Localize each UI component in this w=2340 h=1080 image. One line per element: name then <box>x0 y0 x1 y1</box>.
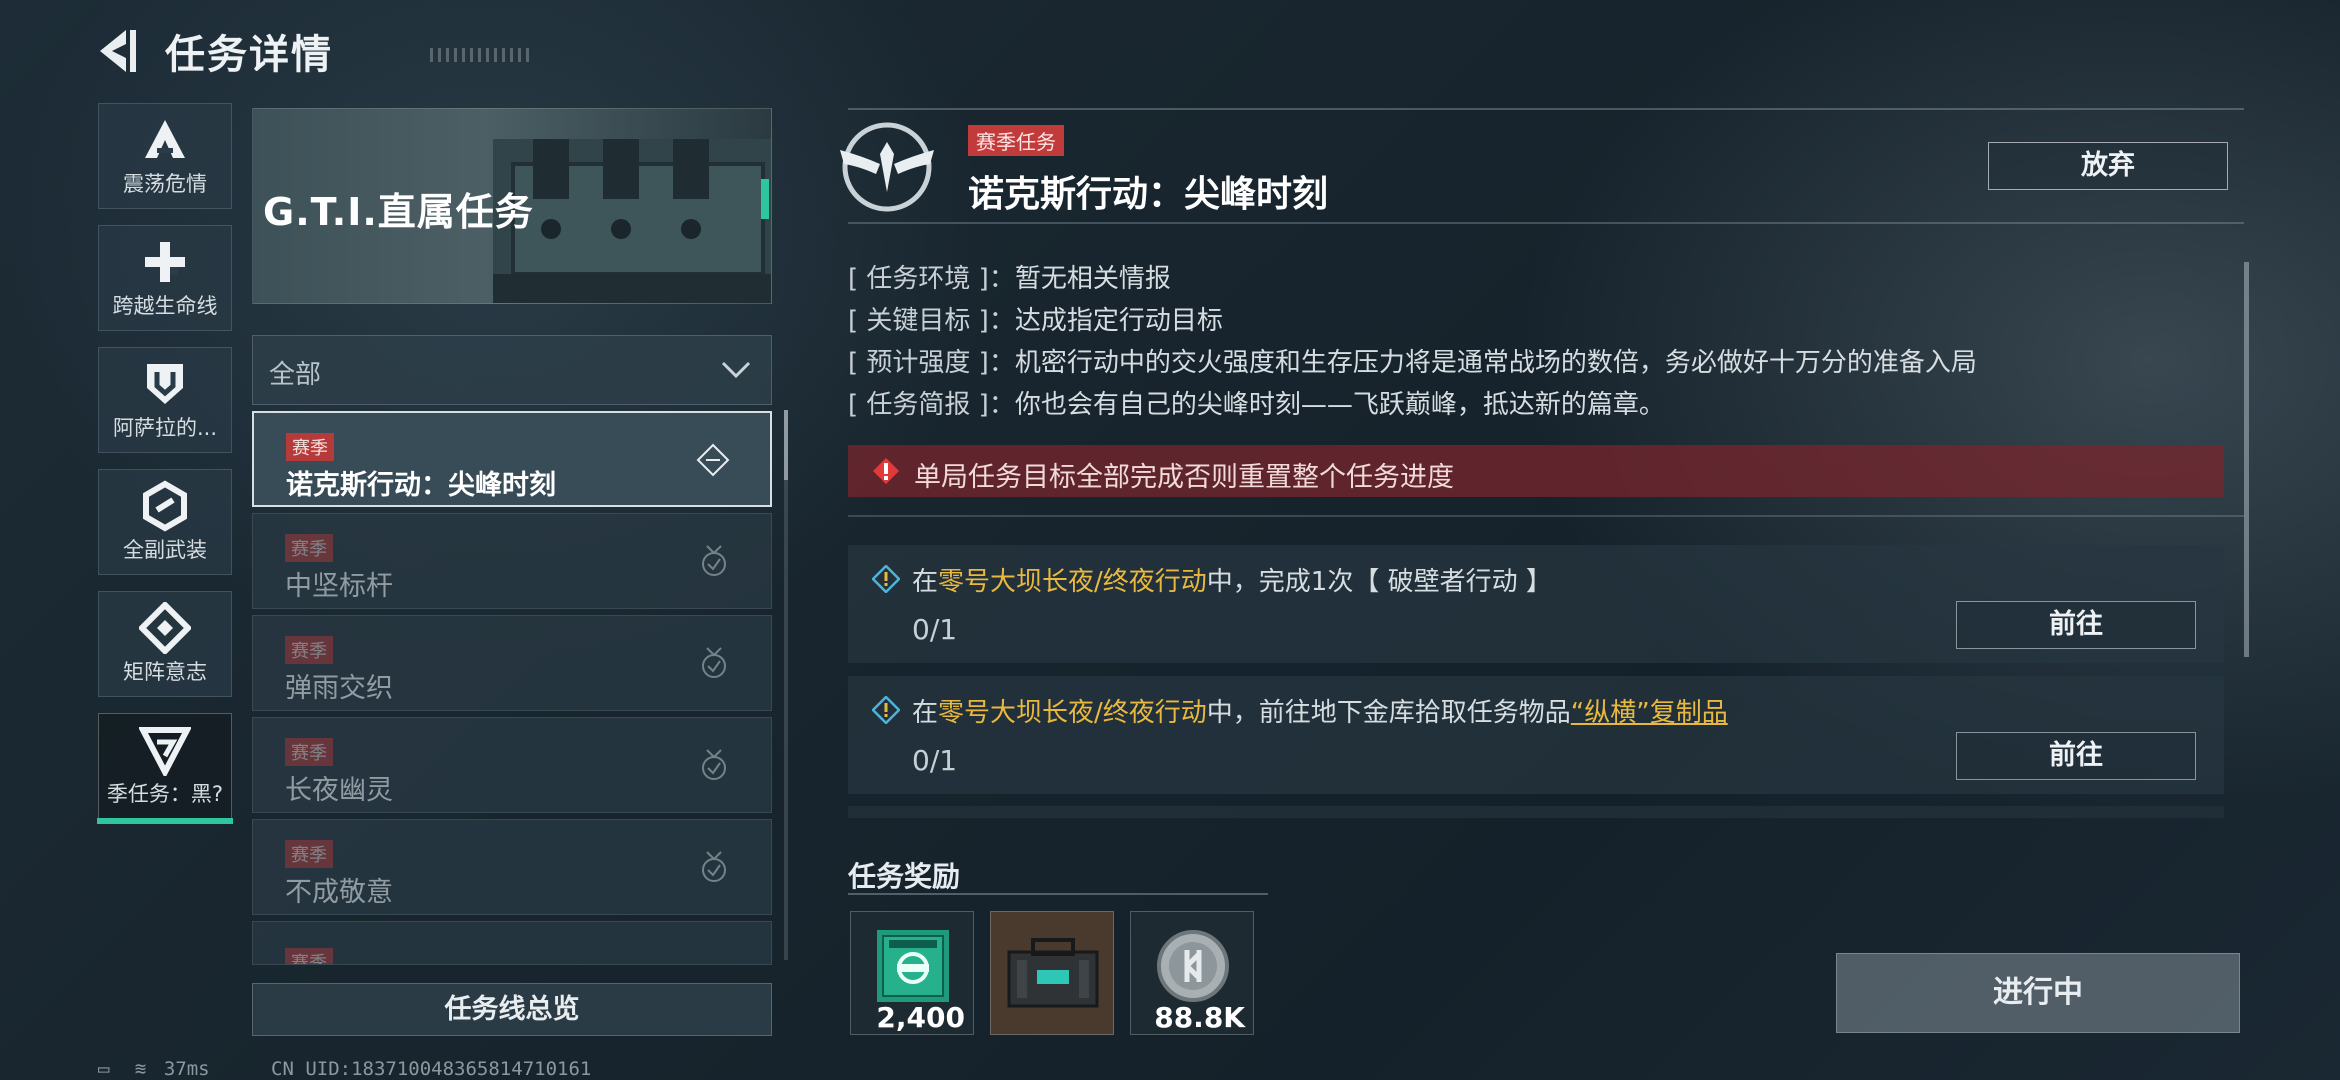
info-diamond-icon <box>872 696 900 724</box>
mission-title: 诺克斯行动：尖峰时刻 <box>968 174 1329 215</box>
task-name: 不成敬意 <box>285 877 393 908</box>
reward-item[interactable] <box>990 911 1114 1035</box>
medal-check-icon <box>702 647 726 678</box>
task-name: 诺克斯行动：尖峰时刻 <box>286 470 556 501</box>
medal-check-icon <box>702 545 726 576</box>
goto-button[interactable]: 前往 <box>1956 601 2196 649</box>
eagle-emblem-icon <box>840 122 934 212</box>
mission-season-tag: 赛季任务 <box>968 125 1064 156</box>
season-tag: 赛季 <box>285 534 333 562</box>
rewards-divider <box>848 893 1268 895</box>
task-item[interactable]: 赛季 <box>252 921 772 965</box>
objective-text: 在零号大坝长夜/终夜行动中，前往地下金库拾取任务物品“纵横”复制品 <box>912 698 1728 728</box>
task-item[interactable]: 赛季 弹雨交织 <box>252 615 772 711</box>
info-intensity: [ 预计强度 ]：机密行动中的交火强度和生存压力将是通常战场的数倍，务必做好十万… <box>848 348 1977 378</box>
green-badge-icon <box>877 930 949 1002</box>
season-tag: 赛季 <box>285 738 333 766</box>
warning-diamond-icon <box>873 458 899 484</box>
task-list-scroll-thumb[interactable] <box>784 410 788 480</box>
season-tag: 赛季 <box>286 433 334 461</box>
rail-item-label: 阿萨拉的... <box>112 416 218 440</box>
rail-item-matrix[interactable]: 矩阵意志 <box>98 591 232 697</box>
rail-item-asala[interactable]: 阿萨拉的... <box>98 347 232 453</box>
warning-text: 单局任务目标全部完成否则重置整个任务进度 <box>914 462 1454 493</box>
reward-amount: 2,400 <box>876 1001 965 1034</box>
season-tag: 赛季 <box>285 840 333 868</box>
equipment-case-icon <box>1007 938 1099 1008</box>
info-environment: [ 任务环境 ]：暂无相关情报 <box>848 264 1171 294</box>
cross-plus-icon <box>145 242 185 282</box>
info-key-objective: [ 关键目标 ]：达成指定行动目标 <box>848 306 1223 336</box>
header-decoration <box>430 48 530 62</box>
task-name: 弹雨交织 <box>285 673 393 704</box>
task-name: 长夜幽灵 <box>285 775 393 806</box>
triangle-a-icon <box>145 120 185 158</box>
objective-progress: 0/1 <box>912 744 958 777</box>
item-link[interactable]: “纵横”复制品 <box>1571 698 1728 728</box>
rail-item-label: 矩阵意志 <box>123 660 207 684</box>
filter-value: 全部 <box>269 360 322 390</box>
objective-progress: 0/1 <box>912 613 958 646</box>
reward-item[interactable]: 88.8K <box>1130 911 1254 1035</box>
reward-amount: 88.8K <box>1154 1001 1245 1034</box>
shield-icon <box>147 364 183 404</box>
task-category-banner: G.T.I.直属任务 <box>252 108 772 304</box>
season-g-icon <box>139 727 191 776</box>
season-tag: 赛季 <box>285 636 333 664</box>
silver-coin-icon <box>1157 930 1229 1002</box>
info-diamond-icon <box>872 565 900 593</box>
page-title: 任务详情 <box>165 32 333 78</box>
task-item[interactable]: 赛季 中坚标杆 <box>252 513 772 609</box>
reward-item[interactable]: 2,400 <box>850 911 974 1035</box>
weapon-case-image <box>493 139 771 303</box>
task-item[interactable]: 赛季 不成敬意 <box>252 819 772 915</box>
reset-warning-banner: 单局任务目标全部完成否则重置整个任务进度 <box>848 445 2224 497</box>
ping-value: 37ms <box>163 1058 210 1080</box>
task-item[interactable]: 赛季 诺克斯行动：尖峰时刻 <box>252 411 772 507</box>
diamond-target-icon <box>696 443 730 477</box>
battery-icon: ▭ <box>98 1058 110 1080</box>
rail-item-armed[interactable]: 全副武装 <box>98 469 232 575</box>
info-briefing: [ 任务简报 ]：你也会有自己的尖峰时刻——飞跃巅峰，抵达新的篇章。 <box>848 390 1665 420</box>
task-item[interactable]: 赛季 长夜幽灵 <box>252 717 772 813</box>
rail-item-lifeline[interactable]: 跨越生命线 <box>98 225 232 331</box>
medal-check-icon <box>702 851 726 882</box>
objective-text: 在零号大坝长夜/终夜行动中，完成1次【 破壁者行动 】 <box>912 567 1552 597</box>
user-uid: CN UID:1837100483658147101​61 <box>271 1058 592 1080</box>
task-filter-dropdown[interactable]: 全部 <box>252 335 772 405</box>
rail-item-label: 全副武装 <box>123 538 207 562</box>
banner-title: G.T.I.直属任务 <box>263 190 534 234</box>
abandon-button[interactable]: 放弃 <box>1988 142 2228 190</box>
rail-item-label: 跨越生命线 <box>112 294 218 318</box>
task-list-scrollbar[interactable] <box>784 410 788 960</box>
panel-top-divider <box>848 108 2244 110</box>
rail-item-shock-crisis[interactable]: 震荡危情 <box>98 103 232 209</box>
status-bar: ▭ ≋ 37ms CN UID:1837100483658147101​61 <box>98 1058 591 1080</box>
diamond-matrix-icon <box>139 602 191 654</box>
objective-item: 在零号大坝长夜/终夜行动中，完成1次【 破壁者行动 】 0/1 前往 <box>848 545 2224 663</box>
rail-item-label: 季任务：黑? <box>106 782 224 806</box>
chevron-down-icon <box>721 361 751 379</box>
details-scrollbar[interactable] <box>2244 262 2249 657</box>
divider <box>848 515 2244 517</box>
taskline-overview-button[interactable]: 任务线总览 <box>252 983 772 1036</box>
wifi-icon: ≋ <box>134 1058 147 1080</box>
back-arrow-icon[interactable] <box>96 28 142 74</box>
rail-item-season[interactable]: 季任务：黑? <box>97 713 233 824</box>
objective-item: 在零号大坝长夜/终夜行动中，前往地下金库拾取任务物品“纵横”复制品 0/1 前往 <box>848 676 2224 794</box>
medal-check-icon <box>702 749 726 780</box>
rewards-title: 任务奖励 <box>848 860 961 893</box>
goto-button[interactable]: 前往 <box>1956 732 2196 780</box>
divider <box>848 222 2244 224</box>
task-name: 中坚标杆 <box>285 571 393 602</box>
rail-item-label: 震荡危情 <box>123 172 207 196</box>
in-progress-button[interactable]: 进行中 <box>1836 953 2240 1033</box>
hexagon-link-icon <box>143 480 187 532</box>
objective-item-partial <box>848 806 2224 818</box>
season-tag: 赛季 <box>285 948 333 964</box>
